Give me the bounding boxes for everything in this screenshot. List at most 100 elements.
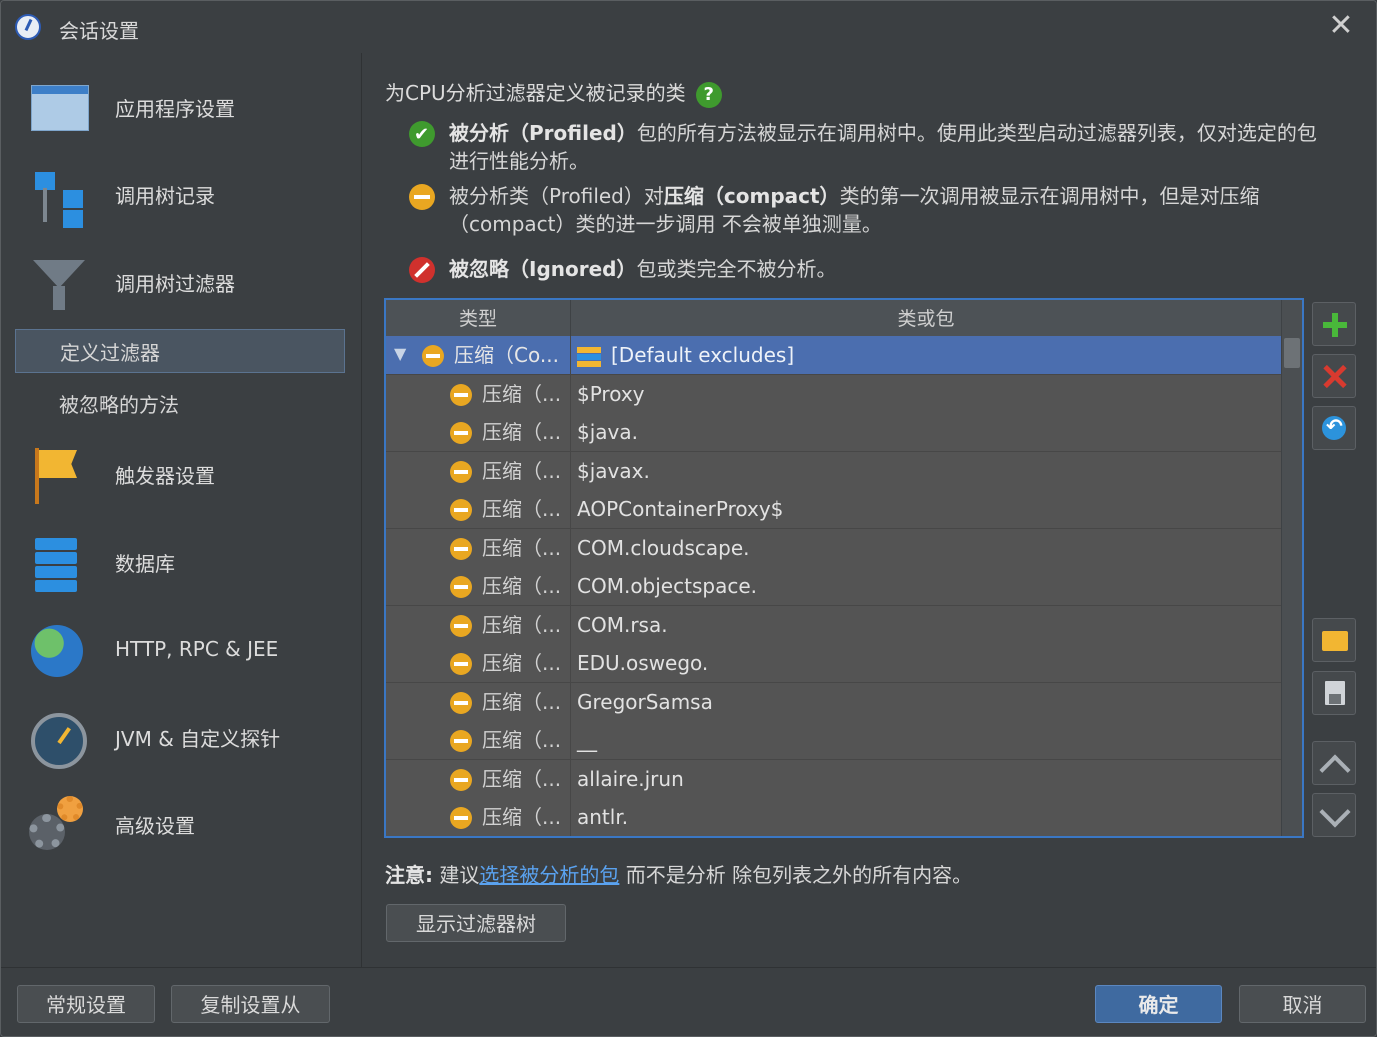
- legend-compact-bold: 压缩（compact）: [663, 184, 840, 208]
- compact-icon: [450, 383, 472, 406]
- move-up-button[interactable]: [1312, 741, 1356, 785]
- legend-ignored: 被忽略（Ignored）包或类完全不被分析。: [409, 255, 1329, 283]
- row-package: COM.objectspace.: [577, 574, 757, 598]
- table-row[interactable]: 压缩（... __: [386, 721, 1282, 760]
- import-filters-button[interactable]: [1312, 618, 1356, 662]
- row-type: 压缩（...: [482, 689, 562, 714]
- help-icon[interactable]: ?: [695, 81, 722, 108]
- flag-icon: [27, 444, 87, 504]
- compact-icon: [450, 768, 472, 791]
- general-settings-button[interactable]: 常规设置: [17, 985, 155, 1023]
- legend-compact-pre: 被分析类（Profiled）对: [449, 184, 664, 208]
- type-cell: 压缩（...: [386, 567, 571, 605]
- reset-filters-button[interactable]: [1312, 406, 1356, 450]
- profiled-icon: [409, 121, 435, 149]
- globe-icon: [27, 619, 87, 679]
- database-icon: [27, 532, 87, 592]
- sidebar-item-define-filters[interactable]: 定义过滤器: [15, 329, 345, 373]
- row-type: 压缩（...: [482, 766, 562, 791]
- table-row[interactable]: 压缩（... COM.cloudscape.: [386, 528, 1282, 568]
- sidebar-item-http-rpc-jee[interactable]: HTTP, RPC & JEE: [15, 613, 347, 685]
- compact-icon: [450, 537, 472, 560]
- cancel-button[interactable]: 取消: [1239, 985, 1366, 1023]
- table-row[interactable]: 压缩（... allaire.jrun: [386, 759, 1282, 799]
- move-down-button[interactable]: [1312, 793, 1356, 837]
- sidebar-item-trigger-settings[interactable]: 触发器设置: [15, 438, 347, 510]
- sidebar-item-app-settings[interactable]: 应用程序设置: [15, 71, 347, 143]
- legend-profiled-bold: 被分析（Profiled）: [449, 121, 637, 145]
- title-bar: 会话设置 ✕: [1, 1, 1376, 53]
- select-profiled-packages-link[interactable]: 选择被分析的包: [479, 863, 619, 887]
- compact-icon: [450, 691, 472, 714]
- table-row[interactable]: 压缩（... $Proxy: [386, 374, 1282, 414]
- row-package: COM.rsa.: [577, 612, 668, 637]
- type-cell: 压缩（...: [386, 528, 571, 567]
- sidebar-item-call-tree-filters[interactable]: 调用树过滤器: [15, 246, 347, 318]
- page-title: 为CPU分析过滤器定义被记录的类?: [385, 77, 722, 108]
- note-pre: 建议: [433, 863, 480, 887]
- table-row[interactable]: 压缩（... $javax.: [386, 451, 1282, 491]
- sidebar-item-jvm-probes[interactable]: JVM & 自定义探针: [15, 701, 347, 773]
- copy-settings-from-button[interactable]: 复制设置从: [171, 985, 330, 1023]
- note-post: 而不是分析 除包列表之外的所有内容。: [619, 863, 973, 887]
- table-row[interactable]: 压缩（... COM.rsa.: [386, 605, 1282, 645]
- table-row[interactable]: 压缩（... EDU.oswego.: [386, 644, 1282, 683]
- sidebar-item-label: HTTP, RPC & JEE: [115, 637, 279, 661]
- show-filter-tree-button[interactable]: 显示过滤器树: [386, 904, 566, 942]
- compact-icon: [450, 730, 472, 752]
- filter-table[interactable]: 类型 类或包 ▼ 压缩（Co... [Default excludes] 压缩（…: [384, 298, 1304, 838]
- type-cell: 压缩（...: [386, 490, 571, 528]
- legend-ignored-bold: 被忽略（Ignored）: [449, 257, 637, 281]
- table-scrollbar[interactable]: [1281, 300, 1302, 836]
- type-cell: 压缩（...: [386, 451, 571, 490]
- table-row-group[interactable]: ▼ 压缩（Co... [Default excludes]: [386, 336, 1282, 375]
- add-filter-button[interactable]: [1312, 302, 1356, 346]
- sidebar-item-advanced-settings[interactable]: 高级设置: [15, 788, 347, 860]
- table-row[interactable]: 压缩（... COM.objectspace.: [386, 567, 1282, 606]
- close-icon[interactable]: ✕: [1328, 11, 1354, 41]
- sidebar-item-databases[interactable]: 数据库: [15, 526, 347, 598]
- table-row[interactable]: 压缩（... antlr.: [386, 798, 1282, 836]
- row-type: 压缩（...: [482, 651, 562, 675]
- sidebar: 应用程序设置 调用树记录 调用树过滤器 定义过滤器 被忽略的方法 触发器设置 数…: [1, 53, 362, 967]
- type-cell: 压缩（...: [386, 682, 571, 721]
- ok-button[interactable]: 确定: [1095, 985, 1222, 1023]
- type-cell: 压缩（...: [386, 605, 571, 644]
- export-filters-button[interactable]: [1312, 671, 1356, 715]
- row-type: 压缩（...: [482, 497, 562, 521]
- sidebar-item-label: 调用树记录: [115, 183, 215, 208]
- main-panel: 为CPU分析过滤器定义被记录的类? 被分析（Profiled）包的所有方法被显示…: [363, 53, 1376, 967]
- row-type: 压缩（...: [482, 574, 562, 598]
- compact-icon: [450, 614, 472, 637]
- row-type: 压缩（...: [482, 458, 562, 483]
- sidebar-item-label: 应用程序设置: [115, 96, 235, 121]
- row-type: 压缩（...: [482, 728, 562, 752]
- table-row[interactable]: 压缩（... AOPContainerProxy$: [386, 490, 1282, 529]
- compact-icon: [450, 499, 472, 521]
- row-package: [Default excludes]: [611, 343, 795, 367]
- remove-filter-button[interactable]: [1312, 354, 1356, 398]
- row-package: $java.: [577, 420, 638, 444]
- table-row[interactable]: 压缩（... GregorSamsa: [386, 682, 1282, 722]
- legend-ignored-text: 包或类完全不被分析。: [636, 257, 837, 281]
- row-package: $Proxy: [577, 381, 645, 406]
- expand-triangle-icon[interactable]: ▼: [394, 344, 406, 363]
- sidebar-item-label: 调用树过滤器: [115, 271, 235, 296]
- row-type: 压缩（...: [482, 420, 562, 444]
- scroll-thumb[interactable]: [1284, 338, 1300, 368]
- legend-profiled: 被分析（Profiled）包的所有方法被显示在调用树中。使用此类型启动过滤器列表…: [409, 119, 1329, 175]
- type-cell: 压缩（...: [386, 721, 571, 759]
- row-package: COM.cloudscape.: [577, 535, 750, 560]
- column-header-type[interactable]: 类型: [386, 300, 571, 336]
- sidebar-item-call-tree-recording[interactable]: 调用树记录: [15, 158, 347, 230]
- row-package: antlr.: [577, 805, 629, 829]
- sidebar-item-ignored-methods[interactable]: 被忽略的方法: [15, 381, 345, 425]
- row-package: __: [577, 728, 597, 752]
- row-type: 压缩（Co...: [454, 343, 559, 367]
- column-header-package[interactable]: 类或包: [571, 300, 1281, 336]
- compact-icon: [450, 460, 472, 483]
- table-row[interactable]: 压缩（... $java.: [386, 413, 1282, 452]
- footer: 常规设置 复制设置从 确定 取消: [1, 967, 1376, 1036]
- app-settings-icon: [27, 77, 89, 137]
- funnel-icon: [27, 252, 87, 312]
